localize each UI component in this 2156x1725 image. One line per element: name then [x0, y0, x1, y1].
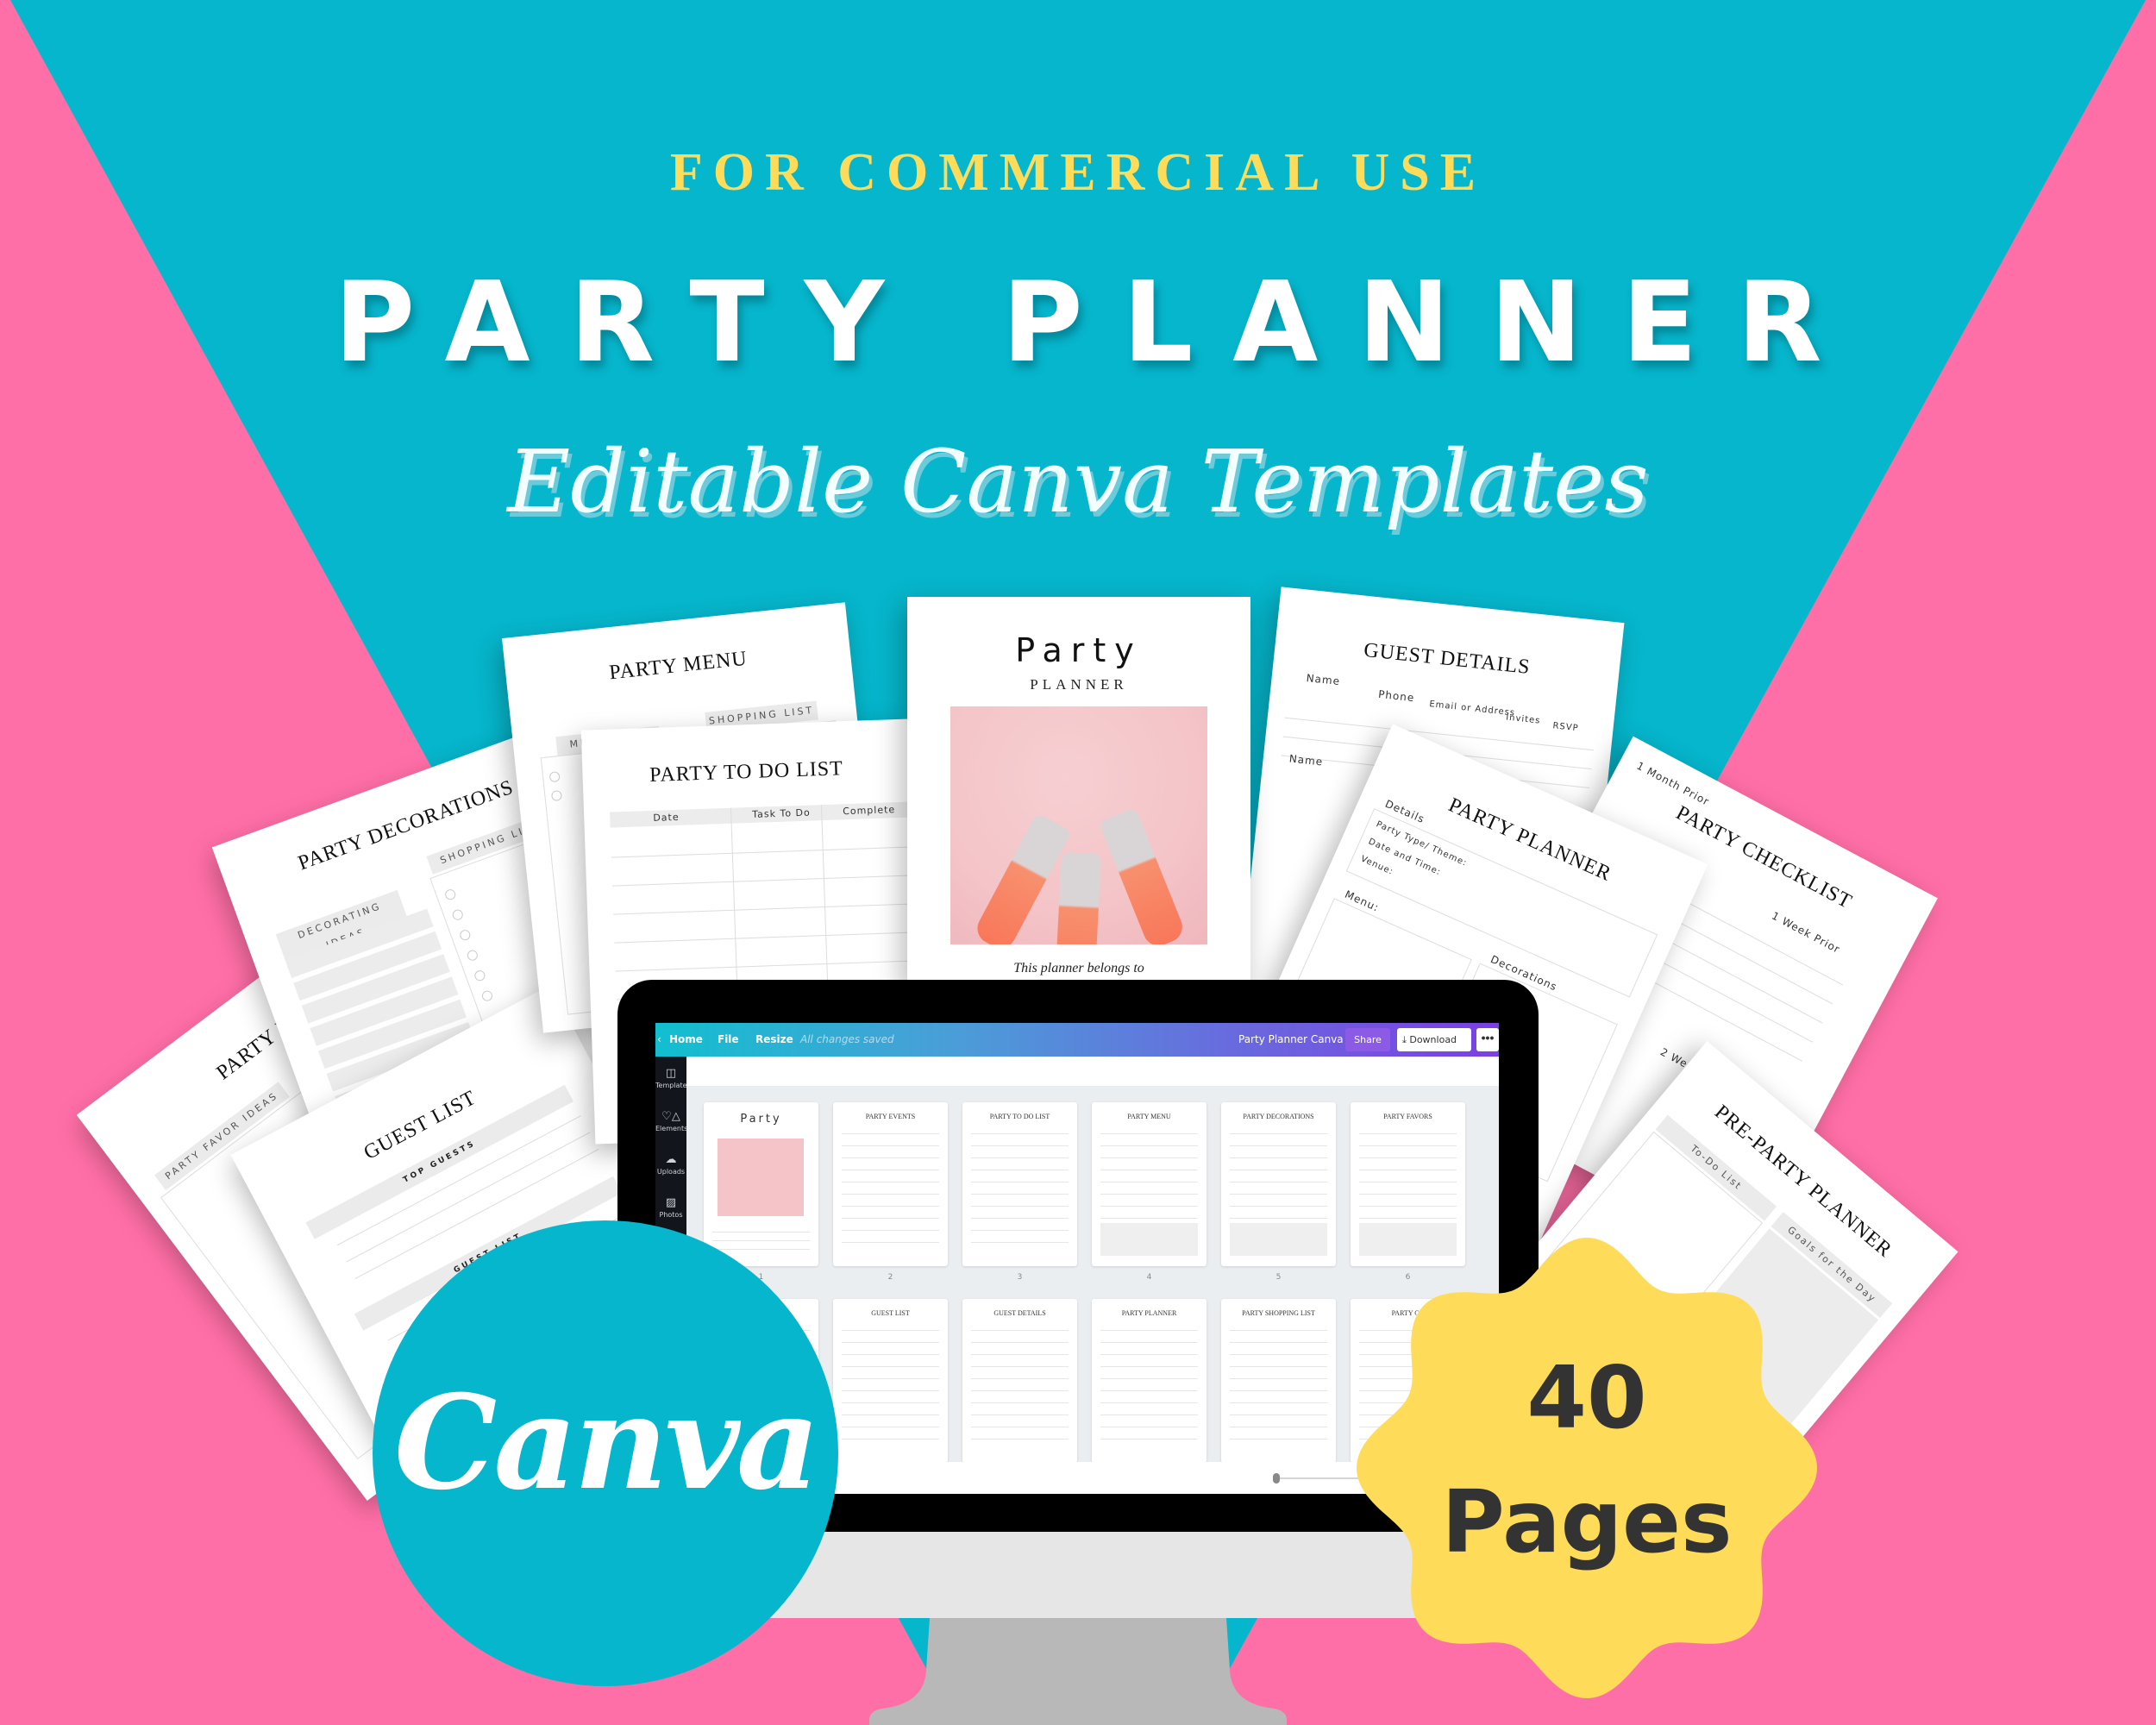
section-week: 1 Week Prior [1770, 909, 1843, 957]
sidebar-item-uploads[interactable]: ☁ Uploads [655, 1153, 686, 1176]
col-rsvp: RSVP [1551, 721, 1580, 734]
page-thumbnail[interactable]: PARTY PLANNER [1092, 1299, 1206, 1463]
more-options-button[interactable]: ••• [1476, 1028, 1499, 1051]
page-thumbnail[interactable]: GUEST DETAILS [962, 1299, 1077, 1463]
page-thumbnail[interactable]: Party [704, 1102, 818, 1266]
photos-icon: ▨ [665, 1196, 677, 1209]
sidebar-label: Templates [655, 1082, 686, 1089]
page-thumbnail[interactable]: GUEST LIST [833, 1299, 948, 1463]
cover-photo [950, 706, 1207, 944]
sidebar-label: Uploads [656, 1168, 686, 1176]
sheet-title: PARTY TO DO LIST [649, 757, 844, 787]
page-number: 3 [1017, 1273, 1023, 1282]
editor-topbar: ‹ Home File Resize All changes saved Par… [655, 1023, 1499, 1057]
col-complete: Complete [842, 804, 896, 818]
sidebar-item-elements[interactable]: ♡△ Elements [655, 1110, 686, 1132]
page-thumbnail-title: PARTY EVENTS [865, 1113, 916, 1120]
page-thumbnail-title: PARTY PLANNER [1121, 1309, 1177, 1317]
sidebar-item-templates[interactable]: ◫ Templates [655, 1067, 686, 1089]
upload-cloud-icon: ☁ [665, 1153, 677, 1166]
pages-label: Pages [1441, 1471, 1733, 1572]
page-number: 5 [1275, 1273, 1282, 1282]
monitor-stand [869, 1618, 1287, 1725]
download-button[interactable]: ⤓ Download [1397, 1028, 1471, 1051]
col-name: Name [1306, 672, 1341, 688]
page-thumbnail[interactable]: PARTY DECORATIONS [1221, 1102, 1336, 1266]
menu-resize[interactable]: Resize [755, 1033, 793, 1045]
back-chevron-icon[interactable]: ‹ [657, 1033, 661, 1045]
kicker-text: FOR COMMERCIAL USE [669, 143, 1487, 202]
row2-name: Name [1288, 752, 1324, 768]
zoom-slider-knob[interactable] [1273, 1473, 1280, 1484]
cover-belongs-text: This planner belongs to [1013, 961, 1144, 975]
subtitle: Editable Canva Templates [507, 431, 1649, 532]
canva-logo-text: Canva [394, 1367, 820, 1519]
col-invites: Invites [1505, 712, 1541, 726]
cover-title: Party [1015, 631, 1143, 669]
page-number: 4 [1146, 1273, 1152, 1282]
page-thumbnail[interactable]: PARTY SHOPPING LIST [1221, 1299, 1336, 1463]
page-thumbnail-title: GUEST DETAILS [993, 1309, 1046, 1317]
thumbnail-photo [718, 1138, 804, 1216]
page-thumbnail[interactable]: PARTY EVENTS [833, 1102, 948, 1266]
page-thumbnail-title: PARTY MENU [1127, 1113, 1171, 1120]
page-thumbnail-title: PARTY SHOPPING LIST [1242, 1309, 1315, 1317]
menu-file[interactable]: File [718, 1033, 739, 1045]
col-task: Task To Do [752, 806, 811, 820]
sidebar-item-photos[interactable]: ▨ Photos [655, 1196, 686, 1219]
page-thumbnail-title: PARTY TO DO LIST [989, 1113, 1050, 1120]
page-thumbnail[interactable]: PARTY MENU [1092, 1102, 1206, 1266]
canva-logo-badge: Canva [373, 1220, 838, 1686]
sidebar-label: Elements [655, 1125, 686, 1132]
page-thumbnail[interactable]: PARTY TO DO LIST [962, 1102, 1077, 1266]
sidebar-label: Photos [659, 1211, 683, 1219]
document-title[interactable]: Party Planner Canva A4 [1238, 1033, 1360, 1045]
download-label: Download [1409, 1034, 1457, 1045]
page-thumbnail-title: GUEST LIST [871, 1309, 910, 1317]
save-status: All changes saved [800, 1033, 894, 1045]
sheet-title: PARTY MENU [608, 647, 749, 685]
templates-icon: ◫ [665, 1067, 677, 1080]
share-button[interactable]: Share [1345, 1028, 1390, 1051]
menu-home[interactable]: Home [669, 1033, 703, 1045]
elements-icon: ♡△ [661, 1110, 680, 1123]
main-title: PARTY PLANNER [334, 259, 1862, 387]
col-date: Date [653, 811, 680, 824]
pages-count-badge [1357, 1238, 1817, 1698]
page-number: 2 [887, 1273, 893, 1282]
page-thumbnail-title: PARTY DECORATIONS [1243, 1113, 1314, 1120]
page-thumbnail-title: PARTY FAVORS [1383, 1113, 1432, 1120]
page-thumbnail-title: Party [740, 1113, 782, 1126]
col-phone: Phone [1377, 687, 1415, 705]
pages-count: 40 [1526, 1347, 1647, 1448]
cover-subtitle: PLANNER [1030, 676, 1128, 693]
sheet-cover: Party PLANNER This planner belongs to [907, 597, 1250, 985]
col-email: Email or Address [1428, 699, 1516, 718]
